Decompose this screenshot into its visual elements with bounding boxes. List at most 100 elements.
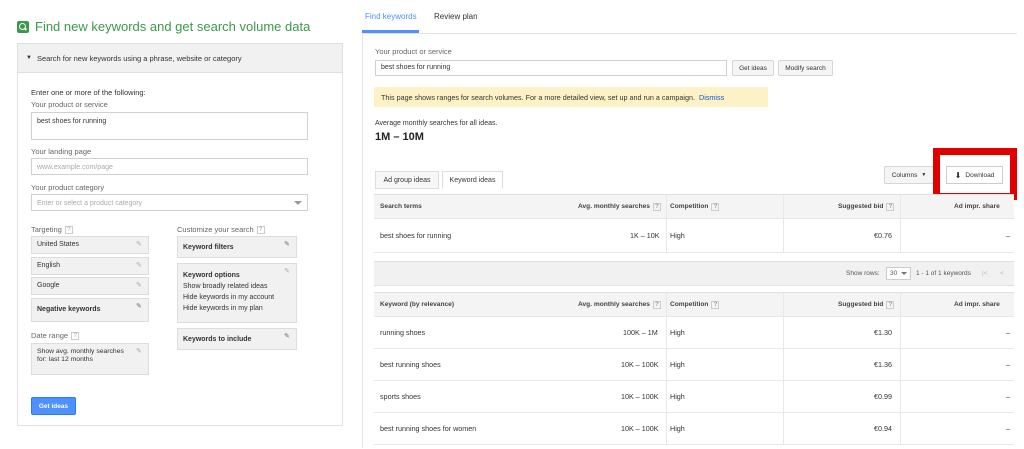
table-row[interactable]: sports shoes 10K – 100K High €0.99 – bbox=[374, 381, 1014, 413]
download-label: Download bbox=[965, 171, 995, 179]
cell-bid: €0.94 bbox=[874, 424, 892, 433]
first-page-icon[interactable]: |< bbox=[982, 270, 987, 277]
help-icon[interactable]: ? bbox=[652, 202, 661, 211]
edit-icon[interactable]: ✎ bbox=[136, 303, 143, 310]
ranges-notice: This page shows ranges for search volume… bbox=[374, 87, 768, 107]
col-ad-impr-share[interactable]: Ad impr. share bbox=[954, 293, 1000, 316]
search-terms-header: Search terms Avg. monthly searches? Comp… bbox=[374, 194, 1014, 219]
get-ideas-button-right[interactable]: Get ideas bbox=[732, 60, 774, 76]
customize-label-text: Customize your search bbox=[177, 225, 254, 234]
col-suggested-bid[interactable]: Suggested bid? bbox=[838, 195, 895, 218]
keywords-to-include[interactable]: Keywords to include ✎ bbox=[177, 328, 297, 350]
column-divider bbox=[783, 219, 784, 252]
help-icon[interactable]: ? bbox=[71, 332, 80, 341]
edit-icon[interactable]: ✎ bbox=[136, 348, 143, 355]
edit-icon[interactable]: ✎ bbox=[136, 262, 143, 269]
col-suggested-bid[interactable]: Suggested bid? bbox=[838, 293, 895, 316]
landing-page-label: Your landing page bbox=[31, 147, 92, 156]
dismiss-link[interactable]: Dismiss bbox=[699, 93, 724, 102]
cell-competition: High bbox=[670, 231, 685, 240]
keyword-options[interactable]: Keyword options Show broadly related ide… bbox=[177, 263, 297, 323]
table-row[interactable]: best shoes for running 1K – 10K High €0.… bbox=[374, 219, 1014, 253]
edit-icon[interactable]: ✎ bbox=[136, 282, 143, 289]
landing-page-input[interactable]: www.example.com/page bbox=[31, 158, 308, 175]
column-divider bbox=[900, 317, 901, 348]
cell-share: – bbox=[1006, 392, 1010, 401]
prev-page-icon[interactable]: < bbox=[1000, 270, 1004, 277]
columns-label: Columns bbox=[891, 171, 918, 179]
edit-icon[interactable]: ✎ bbox=[284, 333, 291, 340]
category-label: Your product category bbox=[31, 183, 105, 192]
targeting-network[interactable]: Google ✎ bbox=[31, 277, 149, 295]
column-divider bbox=[666, 293, 667, 316]
col-search-terms[interactable]: Search terms bbox=[380, 195, 422, 218]
columns-button[interactable]: Columns ▼ bbox=[884, 166, 934, 184]
notice-text: This page shows ranges for search volume… bbox=[381, 92, 696, 102]
tab-review-plan[interactable]: Review plan bbox=[434, 12, 478, 21]
col-keyword[interactable]: Keyword (by relevance) bbox=[380, 293, 454, 316]
edit-icon[interactable]: ✎ bbox=[284, 241, 291, 248]
cell-term: best running shoes for women bbox=[380, 424, 477, 433]
negative-keywords[interactable]: Negative keywords ✎ bbox=[31, 298, 149, 322]
targeting-language[interactable]: English ✎ bbox=[31, 257, 149, 275]
show-rows-label: Show rows: bbox=[846, 270, 880, 277]
product-input-right[interactable]: best shoes for running bbox=[375, 60, 727, 76]
targeting-label: Targeting? bbox=[31, 225, 73, 235]
table-row[interactable]: best running shoes for women 10K – 100K … bbox=[374, 413, 1014, 445]
col-competition-label: Competition bbox=[670, 301, 709, 308]
get-ideas-button[interactable]: Get ideas bbox=[31, 397, 76, 415]
col-avg-monthly[interactable]: Avg. monthly searches? bbox=[578, 195, 661, 218]
column-divider bbox=[666, 317, 667, 348]
product-input[interactable]: best shoes for running bbox=[31, 112, 308, 140]
modify-search-button[interactable]: Modify search bbox=[778, 60, 833, 76]
category-select[interactable]: Enter or select a product category bbox=[31, 194, 308, 211]
tab-keyword-ideas[interactable]: Keyword ideas bbox=[442, 171, 503, 189]
cell-competition: High bbox=[670, 424, 685, 433]
date-range-label-text: Date range bbox=[31, 331, 69, 340]
table-row[interactable]: best running shoes 10K – 100K High €1.36… bbox=[374, 349, 1014, 381]
cell-competition: High bbox=[670, 392, 685, 401]
col-competition[interactable]: Competition? bbox=[670, 195, 720, 218]
cell-term: sports shoes bbox=[380, 392, 421, 401]
column-divider bbox=[783, 317, 784, 348]
help-icon[interactable]: ? bbox=[886, 300, 895, 309]
column-divider bbox=[783, 195, 784, 218]
col-competition[interactable]: Competition? bbox=[670, 293, 720, 316]
keyword-option-line: Hide keywords in my plan bbox=[183, 305, 263, 312]
keyword-filters[interactable]: Keyword filters ✎ bbox=[177, 236, 297, 258]
date-range-chip[interactable]: Show avg. monthly searches for: last 12 … bbox=[31, 343, 149, 375]
page-title: Find new keywords and get search volume … bbox=[35, 19, 311, 34]
edit-icon[interactable]: ✎ bbox=[136, 241, 143, 248]
pager-range: 1 - 1 of 1 keywords bbox=[916, 270, 971, 277]
column-divider bbox=[783, 413, 784, 444]
help-icon[interactable]: ? bbox=[256, 226, 265, 235]
cell-avg: 1K – 10K bbox=[630, 231, 660, 240]
cell-competition: High bbox=[670, 360, 685, 369]
col-ad-impr-share[interactable]: Ad impr. share bbox=[954, 195, 1000, 218]
chevron-down-icon bbox=[294, 201, 302, 205]
col-suggested-bid-label: Suggested bid bbox=[838, 301, 884, 308]
download-button[interactable]: ⬇ Download bbox=[946, 166, 1003, 184]
help-icon[interactable]: ? bbox=[64, 226, 73, 235]
rows-per-page-select[interactable]: 30 bbox=[886, 267, 911, 280]
table-row[interactable]: running shoes 100K – 1M High €1.30 – bbox=[374, 317, 1014, 349]
cell-bid: €1.36 bbox=[874, 360, 892, 369]
keyword-option-line: Hide keywords in my account bbox=[183, 294, 275, 301]
tab-ad-group-ideas[interactable]: Ad group ideas bbox=[375, 171, 439, 189]
product-label: Your product or service bbox=[31, 100, 108, 109]
targeting-location[interactable]: United States ✎ bbox=[31, 236, 149, 254]
search-section-toggle[interactable]: ▼ Search for new keywords using a phrase… bbox=[17, 43, 343, 73]
date-range-line-2: for: last 12 months bbox=[37, 356, 93, 363]
edit-icon[interactable]: ✎ bbox=[284, 268, 291, 275]
help-icon[interactable]: ? bbox=[652, 300, 661, 309]
targeting-label-text: Targeting bbox=[31, 225, 62, 234]
enter-instructions: Enter one or more of the following: bbox=[31, 88, 146, 97]
help-icon[interactable]: ? bbox=[886, 202, 895, 211]
customize-label: Customize your search? bbox=[177, 225, 265, 235]
column-divider bbox=[783, 349, 784, 380]
help-icon[interactable]: ? bbox=[711, 202, 720, 211]
help-icon[interactable]: ? bbox=[711, 300, 720, 309]
cell-bid: €0.99 bbox=[874, 392, 892, 401]
tab-find-keywords[interactable]: Find keywords bbox=[365, 12, 417, 21]
col-avg-monthly[interactable]: Avg. monthly searches? bbox=[578, 293, 661, 316]
